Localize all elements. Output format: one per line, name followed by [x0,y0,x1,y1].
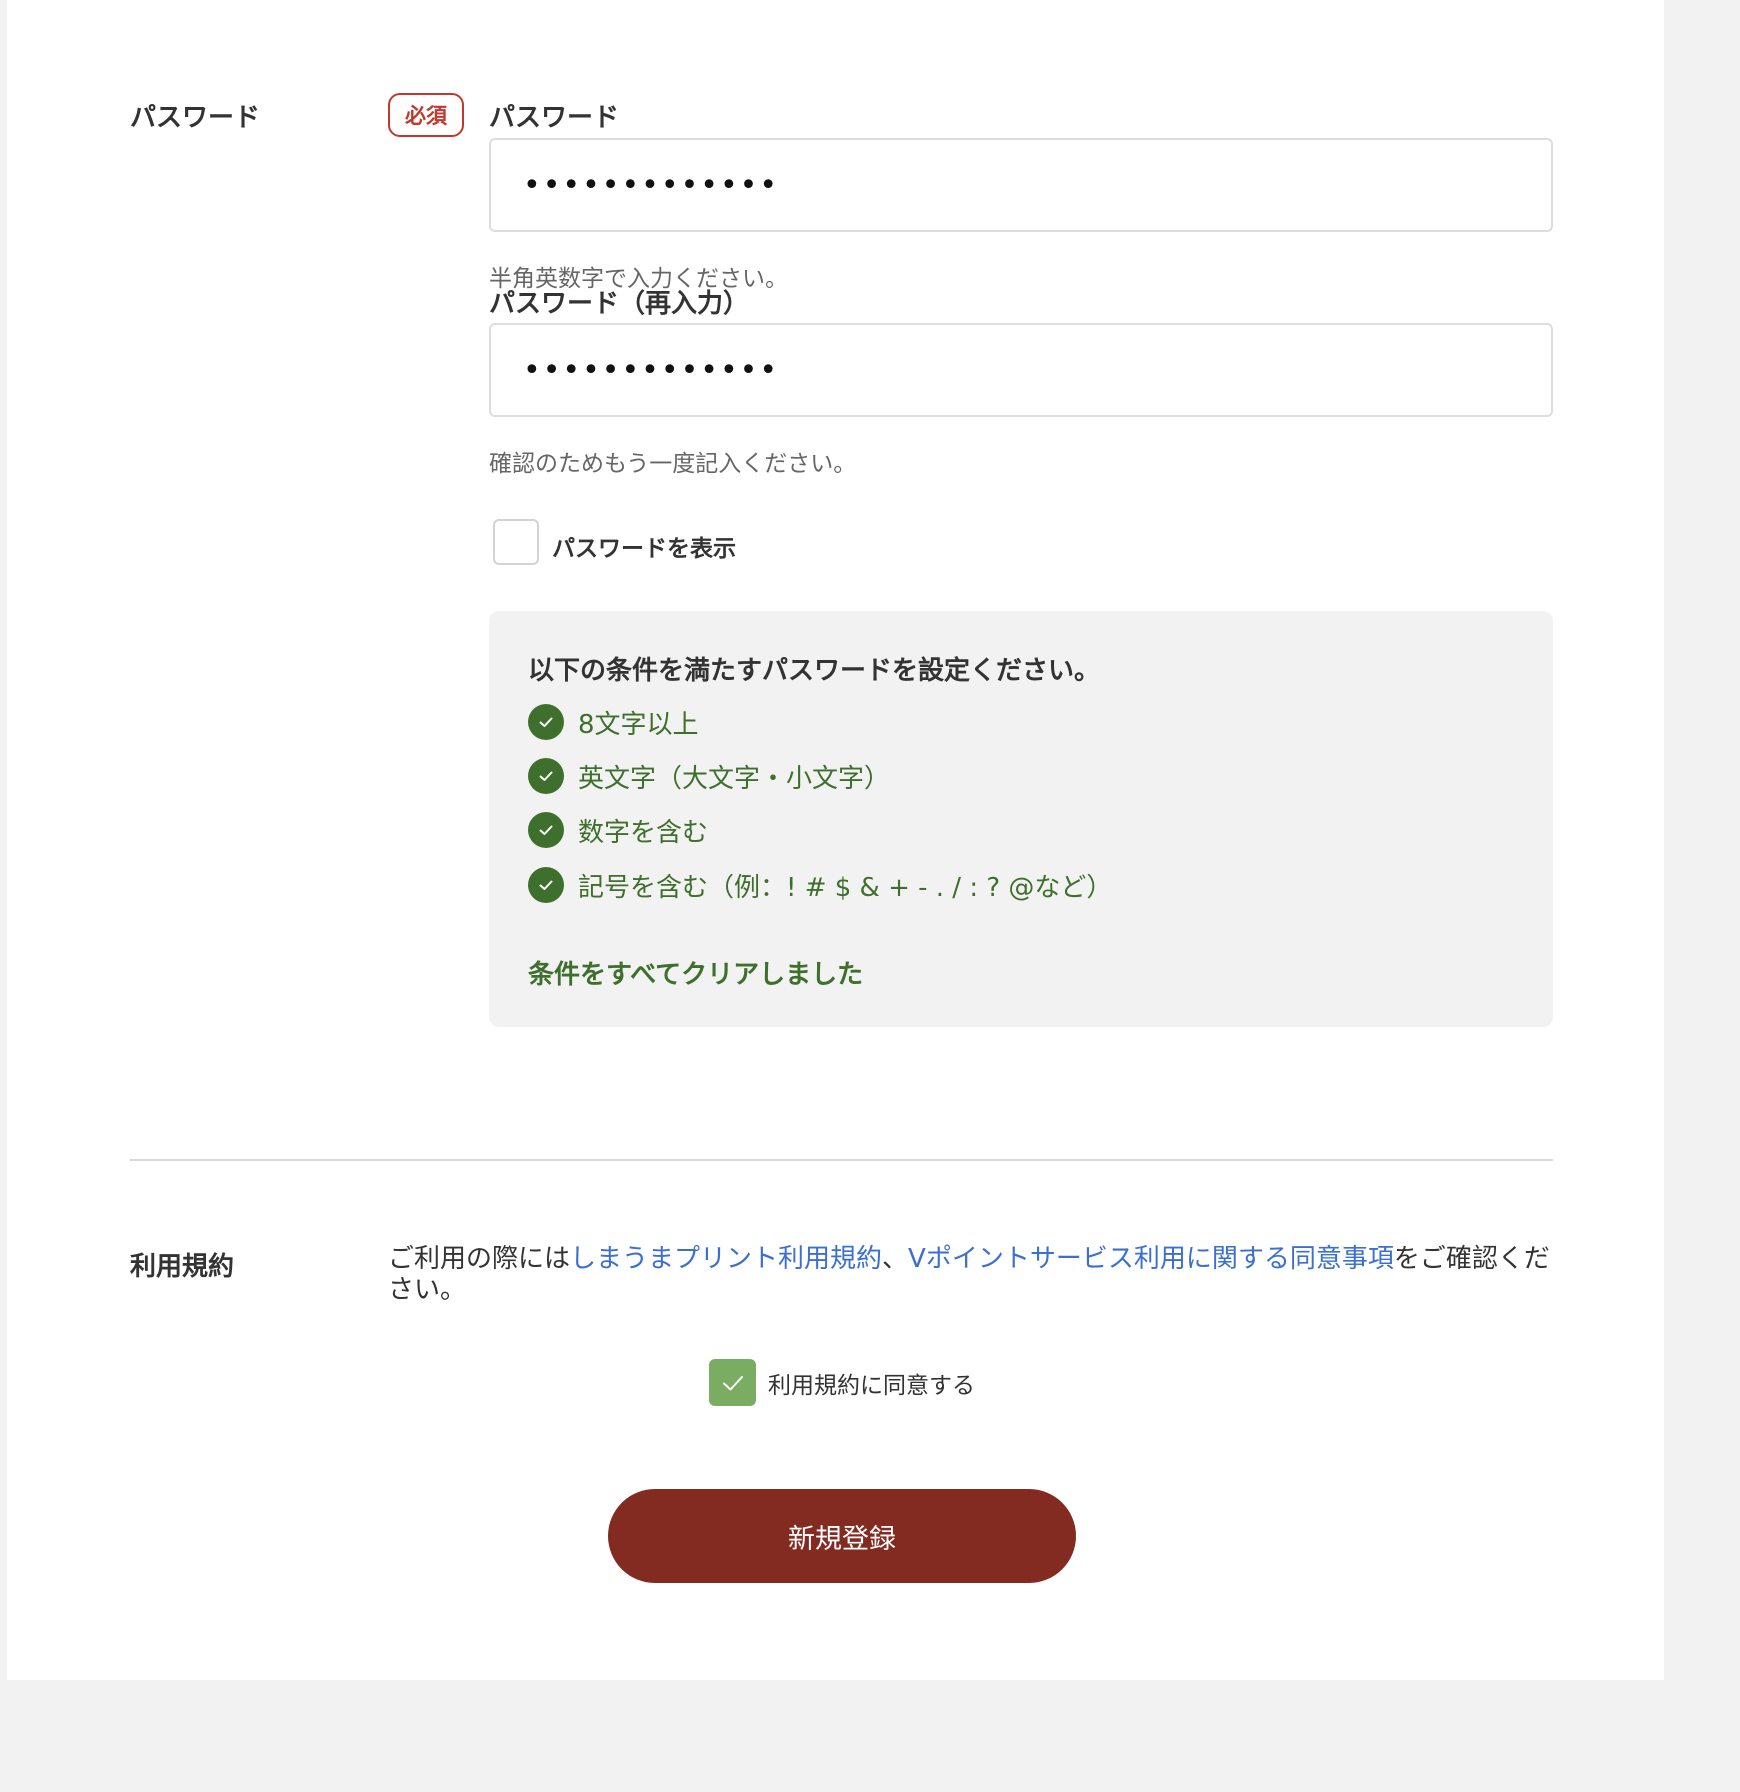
password-confirm-input[interactable] [489,323,1553,417]
password-rules-title: 以下の条件を満たすパスワードを設定ください。 [528,656,1101,686]
required-badge: 必須 [388,93,464,137]
rule-item: 英文字（大文字・小文字） [528,758,890,794]
rules-status-message: 条件をすべてクリアしました [528,960,864,990]
rule-text: 記号を含む（例：! # $ & + - . / : ? @など） [578,872,1113,903]
vpoint-consent-link[interactable]: Vポイントサービス利用に関する同意事項 [908,1244,1394,1274]
rule-item: 8文字以上 [528,704,699,740]
terms-section-label: 利用規約 [130,1252,235,1282]
terms-text-before: ご利用の際には [388,1244,571,1274]
password-input[interactable] [489,138,1553,232]
terms-separator: 、 [882,1244,909,1274]
rule-item: 数字を含む [528,812,708,848]
password-section-label: パスワード [130,103,261,133]
section-divider [130,1159,1553,1161]
form-card: パスワード 必須 パスワード 半角英数字で入力ください。 パスワード（再入力） … [7,0,1664,1680]
agree-terms-checkbox[interactable] [709,1359,756,1406]
checkmark-icon [722,1375,743,1390]
password-confirm-field-label: パスワード（再入力） [489,289,750,319]
rule-text: 数字を含む [578,817,709,848]
check-circle-icon [528,867,564,903]
rule-item: 記号を含む（例：! # $ & + - . / : ? @など） [528,867,1112,903]
password-confirm-hint: 確認のためもう一度記入ください。 [489,451,857,477]
password-field-label: パスワード [489,103,620,133]
register-button[interactable]: 新規登録 [608,1489,1076,1583]
rule-text: 英文字（大文字・小文字） [578,763,891,794]
check-circle-icon [528,704,564,740]
agree-terms-label[interactable]: 利用規約に同意する [768,1366,975,1400]
show-password-label[interactable]: パスワードを表示 [552,529,736,563]
check-circle-icon [528,812,564,848]
rule-text: 8文字以上 [578,709,699,740]
check-circle-icon [528,758,564,794]
terms-of-use-link[interactable]: しまうまプリント利用規約 [570,1244,882,1274]
show-password-checkbox[interactable] [493,519,539,565]
terms-description: ご利用の際にはしまうまプリント利用規約、Vポイントサービス利用に関する同意事項を… [388,1244,1553,1306]
